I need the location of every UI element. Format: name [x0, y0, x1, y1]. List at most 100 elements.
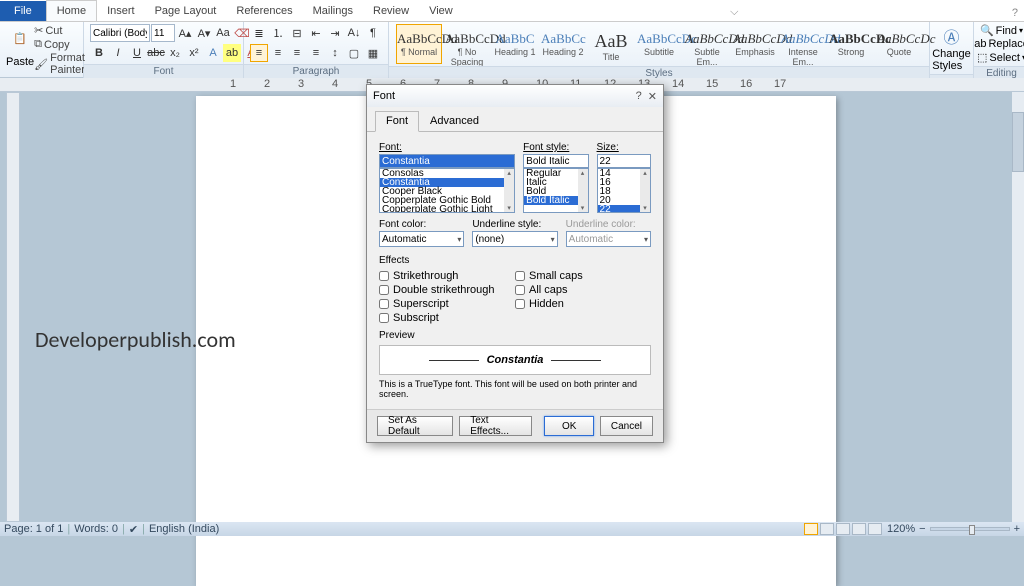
- highlight-button[interactable]: ab: [223, 44, 241, 62]
- show-marks-button[interactable]: ¶: [364, 24, 382, 42]
- font-name-combo[interactable]: [90, 24, 150, 42]
- status-page[interactable]: Page: 1 of 1: [4, 523, 63, 535]
- chk-all-caps[interactable]: All caps: [515, 284, 651, 296]
- view-web-layout[interactable]: [836, 523, 850, 535]
- chk-double-strike[interactable]: Double strikethrough: [379, 284, 515, 296]
- change-styles-button[interactable]: Ⓐ Change Styles: [930, 22, 973, 74]
- underline-button[interactable]: U: [128, 44, 146, 62]
- align-left-button[interactable]: ≡: [250, 44, 268, 62]
- style-heading-2[interactable]: AaBbCcHeading 2: [540, 24, 586, 64]
- font-listbox[interactable]: ConsolasConstantiaCooper BlackCopperplat…: [379, 168, 515, 213]
- select-button[interactable]: ⬚Select▾: [977, 51, 1024, 64]
- cancel-button[interactable]: Cancel: [600, 416, 653, 436]
- style-strong[interactable]: AaBbCcDcStrong: [828, 24, 874, 64]
- replace-button[interactable]: abReplace: [974, 38, 1024, 50]
- font-size-combo[interactable]: [151, 24, 175, 42]
- tab-view[interactable]: View: [419, 1, 463, 21]
- sort-button[interactable]: A↓: [345, 24, 363, 42]
- grow-font-button[interactable]: A▴: [176, 24, 194, 42]
- zoom-out-button[interactable]: −: [919, 523, 925, 535]
- superscript-button[interactable]: x²: [185, 44, 203, 62]
- bullets-button[interactable]: ≣: [250, 24, 268, 42]
- tab-mailings[interactable]: Mailings: [303, 1, 363, 21]
- style-input[interactable]: Bold Italic: [523, 154, 588, 168]
- font-input[interactable]: Constantia: [379, 154, 515, 168]
- tab-home[interactable]: Home: [46, 0, 97, 21]
- view-draft[interactable]: [868, 523, 882, 535]
- style-emphasis[interactable]: AaBbCcDdEmphasis: [732, 24, 778, 64]
- view-print-layout[interactable]: [804, 523, 818, 535]
- underline-style-combo[interactable]: (none): [472, 231, 557, 247]
- dialog-close-icon[interactable]: ✕: [648, 90, 657, 103]
- tab-page-layout[interactable]: Page Layout: [145, 1, 227, 21]
- style---normal[interactable]: AaBbCcDd¶ Normal: [396, 24, 442, 64]
- style-title[interactable]: AaBTitle: [588, 24, 634, 64]
- zoom-slider[interactable]: [930, 527, 1010, 531]
- size-listbox[interactable]: 1416182022▴▾: [597, 168, 651, 213]
- find-button[interactable]: 🔍Find▾: [980, 24, 1023, 37]
- text-effects-dlg-button[interactable]: Text Effects...: [459, 416, 532, 436]
- indent-inc-button[interactable]: ⇥: [326, 24, 344, 42]
- align-center-button[interactable]: ≡: [269, 44, 287, 62]
- style---no-spacing[interactable]: AaBbCcDd¶ No Spacing: [444, 24, 490, 64]
- minimize-ribbon-icon[interactable]: ⌵: [724, 4, 744, 21]
- subscript-button[interactable]: x₂: [166, 44, 184, 62]
- size-list-scroll[interactable]: ▴▾: [640, 169, 650, 212]
- tab-file[interactable]: File: [0, 1, 46, 21]
- zoom-level[interactable]: 120%: [887, 523, 915, 535]
- italic-button[interactable]: I: [109, 44, 127, 62]
- align-right-button[interactable]: ≡: [288, 44, 306, 62]
- borders-button[interactable]: ▦: [364, 44, 382, 62]
- chk-small-caps[interactable]: Small caps: [515, 270, 651, 282]
- copy-button[interactable]: ⧉Copy: [34, 38, 85, 51]
- shrink-font-button[interactable]: A▾: [195, 24, 213, 42]
- indent-dec-button[interactable]: ⇤: [307, 24, 325, 42]
- multilevel-button[interactable]: ⊟: [288, 24, 306, 42]
- ok-button[interactable]: OK: [544, 416, 593, 436]
- tab-insert[interactable]: Insert: [97, 1, 145, 21]
- paste-button[interactable]: 📋 Paste: [6, 32, 34, 68]
- dialog-help-icon[interactable]: ?: [636, 90, 642, 103]
- set-default-button[interactable]: Set As Default: [377, 416, 453, 436]
- tab-references[interactable]: References: [226, 1, 302, 21]
- text-effects-button[interactable]: A: [204, 44, 222, 62]
- zoom-thumb[interactable]: [969, 525, 975, 535]
- help-icon[interactable]: ?: [1006, 5, 1024, 21]
- change-case-button[interactable]: Aa: [214, 24, 232, 42]
- vertical-ruler[interactable]: [6, 92, 20, 522]
- view-outline[interactable]: [852, 523, 866, 535]
- format-painter-button[interactable]: 🖌Format Painter: [34, 52, 85, 76]
- dialog-tab-advanced[interactable]: Advanced: [419, 111, 490, 131]
- chk-subscript[interactable]: Subscript: [379, 312, 515, 324]
- font-list-scroll[interactable]: ▴▾: [504, 169, 514, 212]
- dialog-titlebar[interactable]: Font ? ✕: [367, 85, 663, 107]
- style-subtitle[interactable]: AaBbCcDcSubtitle: [636, 24, 682, 64]
- style-listbox[interactable]: RegularItalicBoldBold Italic▴▾: [523, 168, 588, 213]
- size-input[interactable]: 22: [597, 154, 651, 168]
- bold-button[interactable]: B: [90, 44, 108, 62]
- status-words[interactable]: Words: 0: [74, 523, 118, 535]
- list-item[interactable]: Copperplate Gothic Light: [380, 205, 514, 213]
- chk-hidden[interactable]: Hidden: [515, 298, 651, 310]
- chk-strikethrough[interactable]: Strikethrough: [379, 270, 515, 282]
- strike-button[interactable]: abc: [147, 44, 165, 62]
- view-full-screen[interactable]: [820, 523, 834, 535]
- shading-button[interactable]: ▢: [345, 44, 363, 62]
- justify-button[interactable]: ≡: [307, 44, 325, 62]
- style-subtle-em---[interactable]: AaBbCcDdSubtle Em...: [684, 24, 730, 64]
- chk-superscript[interactable]: Superscript: [379, 298, 515, 310]
- line-spacing-button[interactable]: ↕: [326, 44, 344, 62]
- numbering-button[interactable]: ⒈: [269, 24, 287, 42]
- zoom-in-button[interactable]: +: [1014, 523, 1020, 535]
- style-quote[interactable]: AaBbCcDcQuote: [876, 24, 922, 64]
- vertical-scrollbar[interactable]: [1012, 92, 1024, 522]
- cut-button[interactable]: ✂Cut: [34, 24, 85, 37]
- tab-review[interactable]: Review: [363, 1, 419, 21]
- scroll-thumb[interactable]: [1012, 112, 1024, 172]
- style-intense-em---[interactable]: AaBbCcDdIntense Em...: [780, 24, 826, 64]
- status-language[interactable]: English (India): [149, 523, 219, 535]
- proofing-icon[interactable]: ✔: [129, 523, 138, 536]
- style-list-scroll[interactable]: ▴▾: [578, 169, 588, 212]
- style-heading-1[interactable]: AaBbCHeading 1: [492, 24, 538, 64]
- font-color-combo[interactable]: Automatic: [379, 231, 464, 247]
